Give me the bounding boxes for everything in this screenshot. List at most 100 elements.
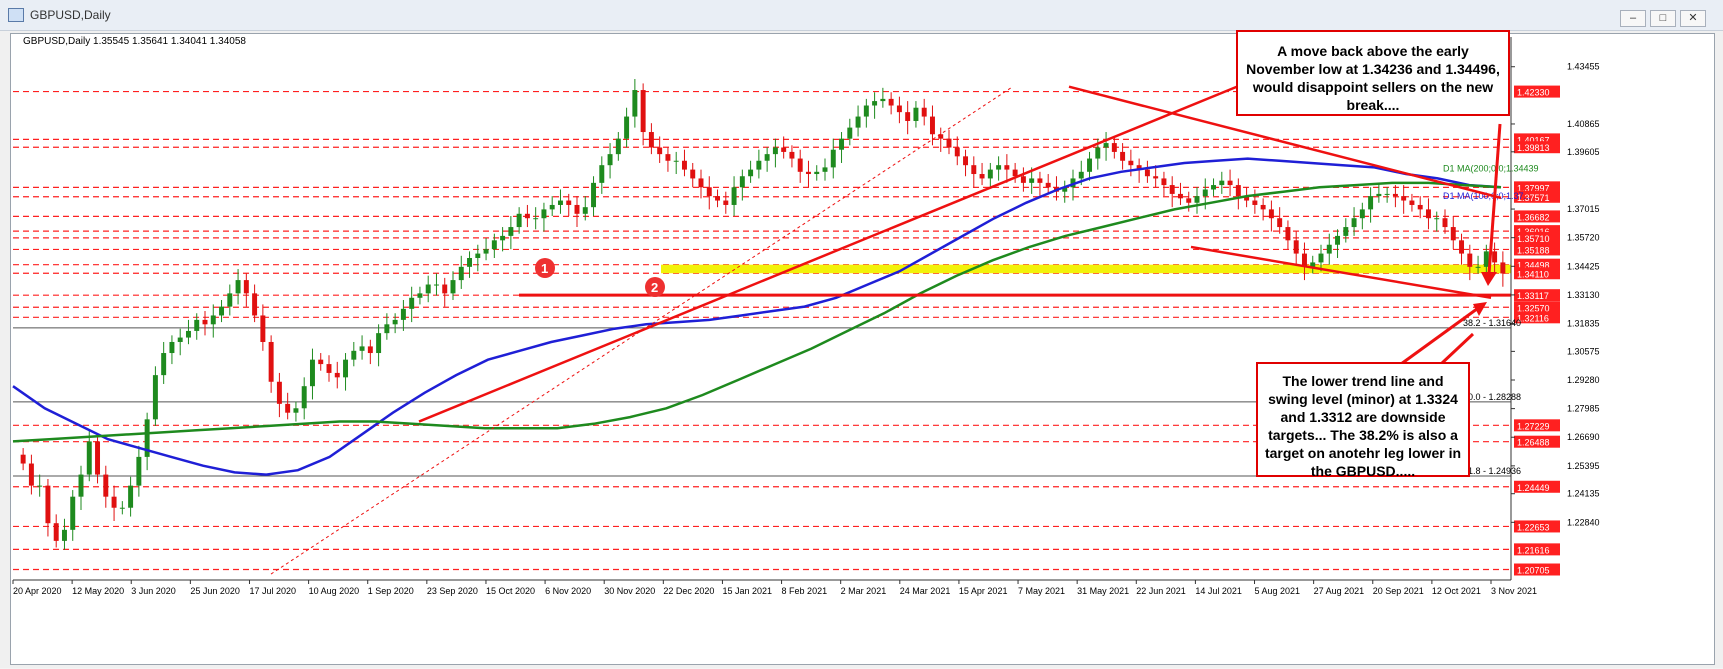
candle-body <box>1376 193 1382 197</box>
candle-body <box>624 116 630 139</box>
minimize-button[interactable]: – <box>1620 10 1646 27</box>
candle-body <box>1020 176 1026 183</box>
candle-body <box>1169 185 1175 194</box>
candle-body <box>921 107 927 117</box>
candle-body <box>772 147 778 155</box>
x-tick-label: 24 Mar 2021 <box>900 586 951 596</box>
candle-body <box>400 308 406 320</box>
level-label: 1.42330 <box>1517 88 1550 98</box>
ma200-label: D1 MA(200;0;0;1.34439 <box>1443 163 1539 173</box>
level-label: 1.33117 <box>1517 291 1549 301</box>
level-label: 1.24449 <box>1517 483 1550 493</box>
candle-body <box>591 182 597 208</box>
candle-body <box>53 523 59 541</box>
candle-body <box>409 297 415 309</box>
candle-body <box>1211 185 1217 190</box>
candle-body <box>1252 200 1258 205</box>
candle-body <box>1500 262 1506 274</box>
candle-body <box>376 333 382 354</box>
x-tick-label: 5 Aug 2021 <box>1255 586 1301 596</box>
candle-body <box>673 160 679 162</box>
candle-body <box>111 496 117 508</box>
fib-label: 50.0 - 1.28288 <box>1463 392 1521 402</box>
candle-body <box>384 324 390 334</box>
candle-body <box>425 284 431 294</box>
candle-body <box>557 200 563 205</box>
x-tick-label: 7 May 2021 <box>1018 586 1065 596</box>
x-tick-label: 20 Apr 2020 <box>13 586 62 596</box>
candle-body <box>95 441 101 475</box>
x-tick-label: 8 Feb 2021 <box>782 586 828 596</box>
candle-body <box>161 353 167 376</box>
candle-body <box>706 187 712 197</box>
price-chart[interactable]: 1.423301.401671.398131.379971.375711.366… <box>11 34 1714 664</box>
candle-body <box>491 240 497 250</box>
candle-body <box>1144 169 1150 177</box>
candle-body <box>723 200 729 205</box>
candle-body <box>442 284 448 294</box>
candle-body <box>1293 240 1299 254</box>
candle-body <box>1177 193 1183 199</box>
candle-body <box>45 485 51 524</box>
chart-header: GBPUSD,Daily 1.35545 1.35641 1.34041 1.3… <box>23 36 246 47</box>
x-tick-label: 10 Aug 2020 <box>309 586 360 596</box>
y-tick-label: 1.30575 <box>1567 346 1600 356</box>
candle-body <box>913 107 919 121</box>
candle-body <box>1268 209 1274 219</box>
candle-body <box>326 364 332 373</box>
candle-body <box>433 284 439 286</box>
candle-body <box>764 154 770 161</box>
candle-body <box>1335 235 1341 245</box>
candle-body <box>309 359 315 387</box>
candle-body <box>1128 160 1134 166</box>
candle-body <box>219 306 225 316</box>
candle-body <box>1012 169 1018 177</box>
fib-label: 38.2 - 1.31640 <box>1463 318 1521 328</box>
x-tick-label: 15 Apr 2021 <box>959 586 1008 596</box>
candle-body <box>781 147 787 152</box>
candle-body <box>987 169 993 179</box>
close-button[interactable]: ✕ <box>1680 10 1706 27</box>
candle-body <box>1467 253 1473 267</box>
x-tick-label: 3 Jun 2020 <box>131 586 176 596</box>
candle-body <box>1004 165 1010 170</box>
candle-body <box>1384 193 1390 195</box>
candle-body <box>1161 178 1167 186</box>
y-tick-label: 1.39605 <box>1567 147 1600 157</box>
candle-body <box>1483 251 1489 267</box>
candle-body <box>351 350 357 360</box>
candle-body <box>690 169 696 179</box>
chart-window-icon <box>8 8 24 22</box>
candle-body <box>541 209 547 219</box>
candle-body <box>467 258 473 267</box>
candle-body <box>1078 171 1084 179</box>
candle-body <box>86 441 92 475</box>
candle-body <box>946 138 952 148</box>
callout-bottom: The lower trend line and swing level (mi… <box>1256 362 1470 479</box>
candle-body <box>1409 200 1415 205</box>
candle-body <box>1260 204 1266 210</box>
candle-body <box>971 165 977 175</box>
maximize-button[interactable]: □ <box>1650 10 1676 27</box>
candle-body <box>1392 193 1398 197</box>
candle-body <box>657 147 663 155</box>
level-label: 1.21616 <box>1517 545 1550 555</box>
chart-area[interactable]: 1.42330 1.40167 1.39813 1.37997 1.37571 1.366… <box>10 33 1715 665</box>
candle-body <box>61 529 67 541</box>
candle-body <box>1153 176 1159 179</box>
x-tick-label: 15 Jan 2021 <box>722 586 772 596</box>
candle-body <box>615 138 621 155</box>
x-tick-label: 2 Mar 2021 <box>841 586 887 596</box>
x-tick-label: 12 May 2020 <box>72 586 124 596</box>
candle-body <box>1492 251 1498 263</box>
candle-body <box>210 315 216 325</box>
candle-body <box>731 187 737 205</box>
candle-body <box>1045 182 1051 188</box>
candle-body <box>739 176 745 188</box>
candle-body <box>888 98 894 106</box>
candle-body <box>1475 266 1481 268</box>
candle-body <box>458 266 464 281</box>
fib-label: 61.8 - 1.24936 <box>1463 466 1521 476</box>
y-tick-label: 1.31835 <box>1567 319 1600 329</box>
level-label: 1.39813 <box>1517 143 1550 153</box>
